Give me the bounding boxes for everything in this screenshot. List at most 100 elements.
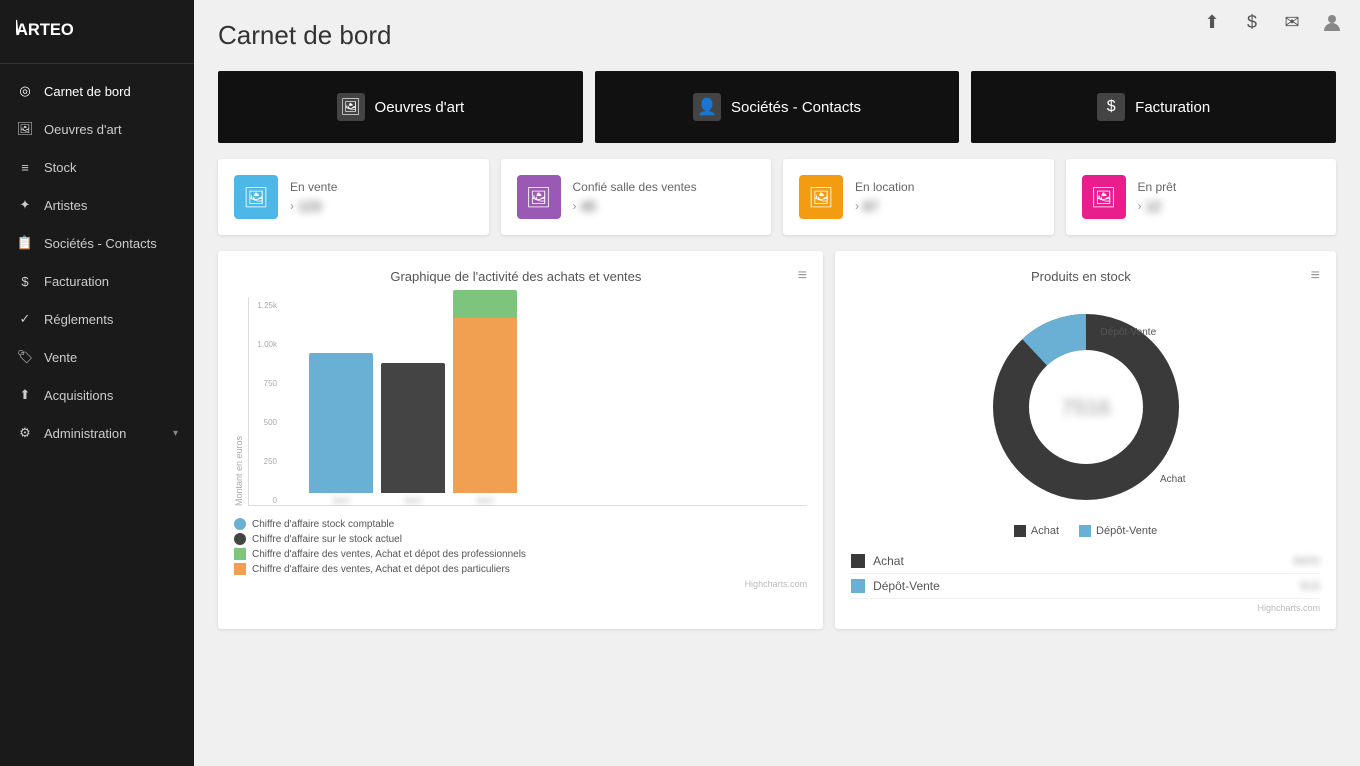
societes-contacts-label: Sociétés - Contacts	[731, 99, 861, 116]
user-icon[interactable]	[1320, 10, 1344, 34]
bar-chart-legend: Chiffre d'affaire stock comptable Chiffr…	[234, 518, 807, 589]
facturation-button[interactable]: $ Facturation	[971, 71, 1336, 143]
export-icon[interactable]: ⬆	[1200, 10, 1224, 34]
stock-row-achat-label: Achat	[873, 554, 1293, 568]
donut-chart-title-row: Produits en stock ≡	[851, 267, 1320, 285]
administration-nav-label: Administration	[44, 426, 163, 441]
oeuvres-art-button[interactable]: 🖼 Oeuvres d'art	[218, 71, 583, 143]
y-axis-label: Montant en euros	[234, 297, 244, 506]
y-axis-labels: 1.25k 1.00k 750 500 250 0	[249, 297, 279, 505]
donut-chart-title: Produits en stock	[851, 269, 1311, 284]
stock-nav-icon: ≡	[16, 158, 34, 176]
stat-card-en-location[interactable]: 🖼 En location › 67	[783, 159, 1054, 235]
stock-nav-label: Stock	[44, 160, 178, 175]
legend-label-2: Chiffre d'affaire sur le stock actuel	[252, 534, 402, 545]
app-logo: ARTEO	[0, 0, 194, 64]
confie-value: › 45	[573, 198, 756, 214]
bar-chart-container: Montant en euros 1.25k 1.00k 750 500 250	[234, 297, 807, 577]
confie-label: Confié salle des ventes	[573, 180, 756, 194]
legend-label-3: Chiffre d'affaire des ventes, Achat et d…	[252, 549, 526, 560]
oeuvres-d-art-nav-icon: 🖼	[16, 120, 34, 138]
societes-contacts-button[interactable]: 👤 Sociétés - Contacts	[595, 71, 960, 143]
bar-1-label: label	[333, 496, 350, 505]
en-pret-info: En prêt › 12	[1138, 180, 1321, 214]
reglements-nav-label: Réglements	[44, 312, 178, 327]
donut-legend-achat: Achat	[1014, 525, 1059, 537]
confie-icon: 🖼	[517, 175, 561, 219]
bar-2-label: label	[405, 496, 422, 505]
carnet-de-bord-nav-label: Carnet de bord	[44, 84, 178, 99]
sidebar-item-vente[interactable]: 🏷 Vente	[0, 338, 194, 376]
donut-svg-wrapper: 7516 Dépôt-Vente Achat	[976, 297, 1196, 517]
stock-row-achat: Achat 6600	[851, 549, 1320, 574]
donut-legend-depot: Dépôt-Vente	[1079, 525, 1157, 537]
stat-card-en-pret[interactable]: 🖼 En prêt › 12	[1066, 159, 1337, 235]
societes-contacts-nav-label: Sociétés - Contacts	[44, 236, 178, 251]
bar-3-group: label	[453, 290, 517, 505]
societes-contacts-nav-icon: 📋	[16, 234, 34, 252]
donut-legend-depot-label: Dépôt-Vente	[1096, 525, 1157, 537]
bar-chart-menu-icon[interactable]: ≡	[798, 267, 807, 285]
stat-cards-row: 🖼 En vente › 123 🖼 Confié salle des vent…	[218, 159, 1336, 235]
facturation-icon: $	[1097, 93, 1125, 121]
en-pret-label: En prêt	[1138, 180, 1321, 194]
oeuvres-d-art-nav-label: Oeuvres d'art	[44, 122, 178, 137]
sidebar-item-acquisitions[interactable]: ⬆ Acquisitions	[0, 376, 194, 414]
legend-item-1: Chiffre d'affaire stock comptable	[234, 518, 807, 530]
bar-1-group: label	[309, 353, 373, 505]
en-location-value: › 67	[855, 198, 1038, 214]
legend-label-1: Chiffre d'affaire stock comptable	[252, 519, 394, 530]
sidebar-item-reglements[interactable]: ✓ Réglements	[0, 300, 194, 338]
donut-legend-achat-label: Achat	[1031, 525, 1059, 537]
sidebar-item-facturation[interactable]: $ Facturation	[0, 262, 194, 300]
en-vente-icon: 🖼	[234, 175, 278, 219]
sidebar-item-artistes[interactable]: ✦ Artistes	[0, 186, 194, 224]
administration-nav-icon: ⚙	[16, 424, 34, 442]
donut-chart-credit: Highcharts.com	[851, 603, 1320, 613]
carnet-de-bord-nav-icon: ◎	[16, 82, 34, 100]
confie-info: Confié salle des ventes › 45	[573, 180, 756, 214]
sidebar-item-oeuvres-d-art[interactable]: 🖼 Oeuvres d'art	[0, 110, 194, 148]
main-content: ⬆ $ ✉ Carnet de bord 🖼 Oeuvres d'art 👤 S…	[194, 0, 1360, 766]
sidebar-item-societes-contacts[interactable]: 📋 Sociétés - Contacts	[0, 224, 194, 262]
bar-3-top	[453, 290, 517, 318]
acquisitions-nav-label: Acquisitions	[44, 388, 178, 403]
stock-row-depot: Dépôt-Vente 916	[851, 574, 1320, 599]
sidebar-item-carnet-de-bord[interactable]: ◎ Carnet de bord	[0, 72, 194, 110]
bars-group: label label	[279, 305, 787, 505]
artistes-nav-label: Artistes	[44, 198, 178, 213]
facturation-nav-icon: $	[16, 272, 34, 290]
donut-label-achat: Achat	[1160, 474, 1186, 485]
societes-contacts-icon: 👤	[693, 93, 721, 121]
donut-chart-menu-icon[interactable]: ≡	[1311, 267, 1320, 285]
reglements-nav-icon: ✓	[16, 310, 34, 328]
acquisitions-nav-icon: ⬆	[16, 386, 34, 404]
dollar-icon[interactable]: $	[1240, 10, 1264, 34]
donut-chart-container: 7516 Dépôt-Vente Achat Achat Dépôt-V	[851, 297, 1320, 613]
legend-item-2: Chiffre d'affaire sur le stock actuel	[234, 533, 807, 545]
stat-card-confie[interactable]: 🖼 Confié salle des ventes › 45	[501, 159, 772, 235]
svg-text:ARTEO: ARTEO	[16, 21, 74, 39]
legend-label-4: Chiffre d'affaire des ventes, Achat et d…	[252, 564, 510, 575]
oeuvres-art-icon: 🖼	[337, 93, 365, 121]
en-location-label: En location	[855, 180, 1038, 194]
sidebar-item-administration[interactable]: ⚙ Administration ▾	[0, 414, 194, 452]
stock-row-depot-label: Dépôt-Vente	[873, 579, 1300, 593]
artistes-nav-icon: ✦	[16, 196, 34, 214]
legend-item-4: Chiffre d'affaire des ventes, Achat et d…	[234, 563, 807, 575]
stat-card-en-vente[interactable]: 🖼 En vente › 123	[218, 159, 489, 235]
mail-icon[interactable]: ✉	[1280, 10, 1304, 34]
stock-row-depot-value: 916	[1300, 579, 1320, 593]
vente-nav-icon: 🏷	[16, 348, 34, 366]
vente-nav-label: Vente	[44, 350, 178, 365]
top-buttons-row: 🖼 Oeuvres d'art 👤 Sociétés - Contacts $ …	[218, 71, 1336, 143]
sidebar-item-stock[interactable]: ≡ Stock	[0, 148, 194, 186]
facturation-nav-label: Facturation	[44, 274, 178, 289]
bar-chart-title: Graphique de l'activité des achats et ve…	[234, 269, 798, 284]
bar-chart-credit: Highcharts.com	[234, 579, 807, 589]
en-location-icon: 🖼	[799, 175, 843, 219]
bar-3-label: label	[477, 496, 494, 505]
header-icons: ⬆ $ ✉	[1200, 10, 1344, 34]
bar-chart-area: 1.25k 1.00k 750 500 250 0	[248, 297, 807, 506]
bar-3-bottom	[453, 318, 517, 493]
